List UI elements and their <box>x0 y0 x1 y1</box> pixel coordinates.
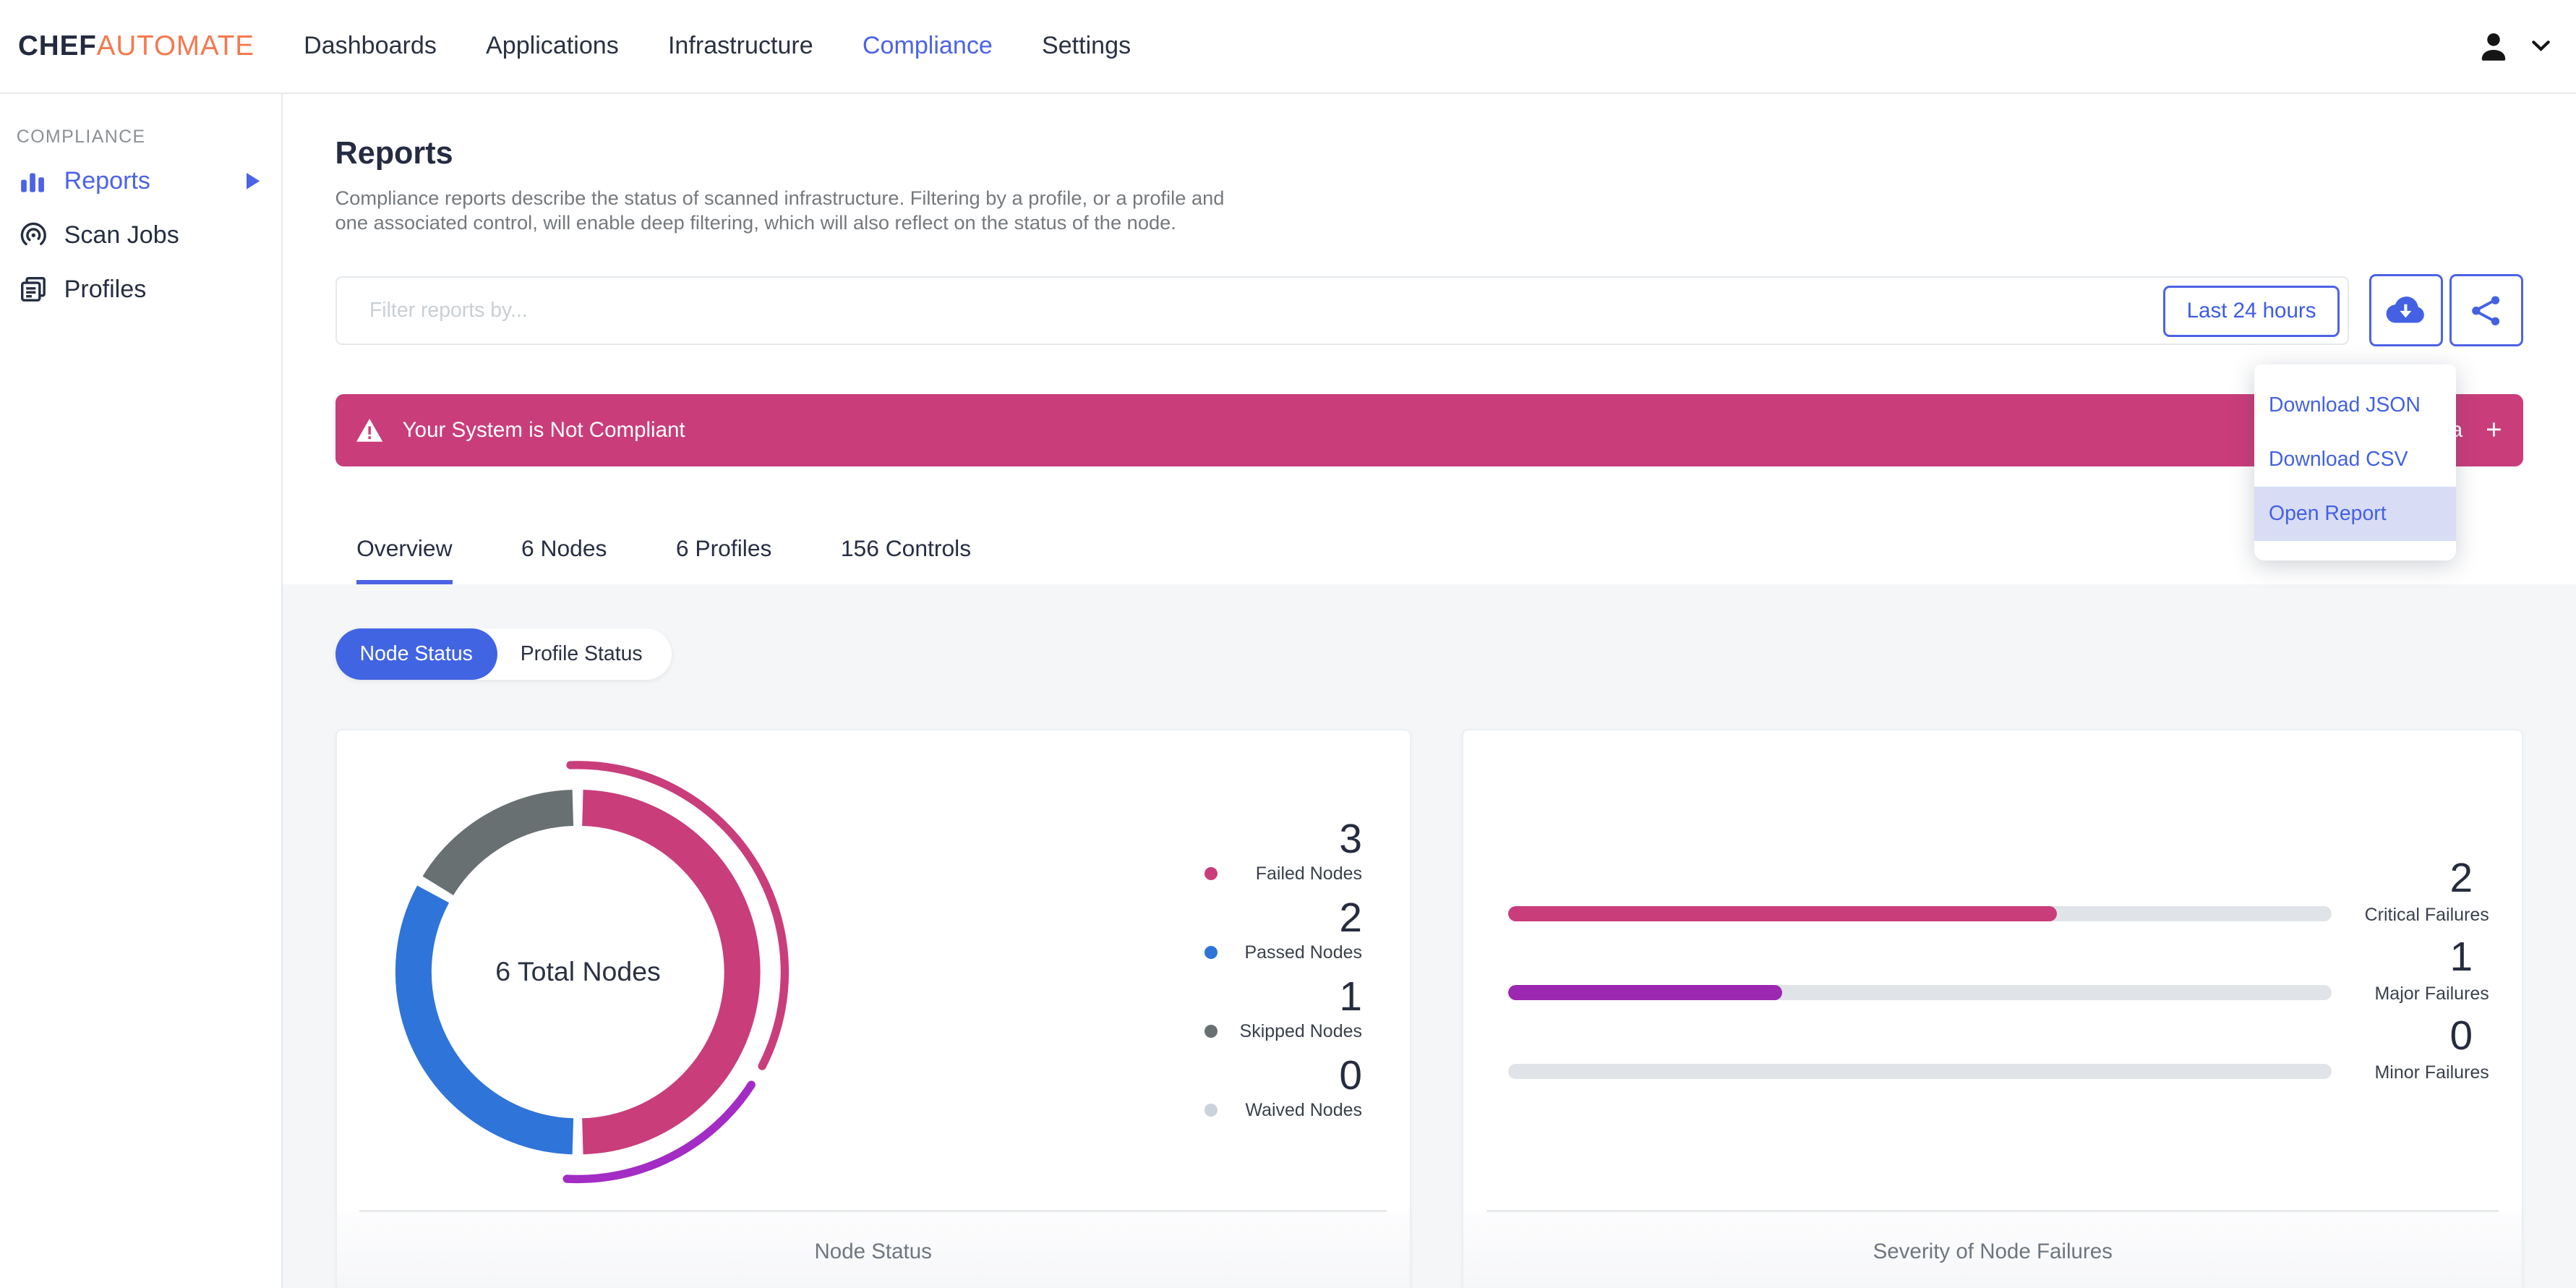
sidebar-item-profiles[interactable]: Profiles <box>0 263 281 317</box>
major-failures-label: Major Failures <box>2374 983 2489 1004</box>
filter-bar: Last 24 hours <box>335 276 2350 346</box>
bar-chart-icon <box>20 170 48 193</box>
toggle-profile-status[interactable]: Profile Status <box>497 642 672 666</box>
documents-icon <box>20 276 48 302</box>
nav-infrastructure[interactable]: Infrastructure <box>668 32 813 60</box>
sidebar-item-label: Reports <box>64 167 150 195</box>
waived-nodes-count: 0 <box>1339 1052 1362 1099</box>
skipped-nodes-label: Skipped Nodes <box>1239 1021 1362 1042</box>
critical-failures-label: Critical Failures <box>2364 904 2489 925</box>
critical-failures-count: 2 <box>2449 856 2473 902</box>
reports-header-section: Reports Compliance reports describe the … <box>282 93 2576 585</box>
major-failures-count: 1 <box>2449 934 2473 981</box>
legend-row-failed: 3 Failed Nodes <box>1204 819 1362 898</box>
passed-nodes-count: 2 <box>1339 895 1362 941</box>
sidebar-item-label: Scan Jobs <box>64 221 179 249</box>
main-nav: Dashboards Applications Infrastructure C… <box>304 32 1131 60</box>
plus-icon[interactable]: + <box>2486 414 2502 446</box>
triangle-right-icon[interactable] <box>247 173 260 189</box>
legend-row-waived: 0 Waived Nodes <box>1204 1052 1362 1135</box>
page-description: Compliance reports describe the status o… <box>335 186 2524 235</box>
report-tabs: Overview 6 Nodes 6 Profiles 156 Controls <box>335 537 2524 585</box>
severity-row-critical: 2 Critical Failures <box>1507 856 2489 937</box>
failed-nodes-label: Failed Nodes <box>1255 863 1362 884</box>
radar-icon <box>20 221 48 250</box>
download-dropdown-menu: Download JSON Download CSV Open Report <box>2254 364 2457 560</box>
skipped-dot-icon <box>1204 1024 1218 1038</box>
tab-nodes[interactable]: 6 Nodes <box>521 537 607 584</box>
compliance-status-banner: Your System is Not Compliant ta + <box>335 394 2524 467</box>
major-failures-track <box>1507 985 2332 1000</box>
page-description-line1: Compliance reports describe the status o… <box>335 186 1225 209</box>
person-icon <box>2476 28 2512 64</box>
sidebar-item-scan-jobs[interactable]: Scan Jobs <box>0 208 281 263</box>
main-content: Reports Compliance reports describe the … <box>282 93 2576 1288</box>
tab-controls[interactable]: 156 Controls <box>841 537 971 584</box>
node-status-card: 6 Total Nodes 3 Failed Nodes 2 Passed No… <box>335 728 1411 1288</box>
logo-chef: CHEF <box>17 30 97 61</box>
sidebar: COMPLIANCE Reports Scan Jobs Profiles <box>0 93 283 1288</box>
legend-row-skipped: 1 Skipped Nodes <box>1204 973 1362 1056</box>
waived-nodes-label: Waived Nodes <box>1245 1100 1362 1121</box>
page-title: Reports <box>335 135 453 171</box>
severity-bars: 2 Critical Failures 1 Major Failures 0 M… <box>1507 856 2489 1095</box>
filter-reports-input[interactable] <box>369 298 2151 323</box>
node-status-caption: Node Status <box>814 1240 932 1264</box>
major-failures-bar <box>1507 985 1783 1000</box>
nav-dashboards[interactable]: Dashboards <box>304 32 437 60</box>
menu-item-open-report[interactable]: Open Report <box>2254 486 2457 541</box>
menu-item-download-json[interactable]: Download JSON <box>2254 378 2456 432</box>
sidebar-item-label: Profiles <box>64 275 147 303</box>
minor-failures-track <box>1507 1064 2332 1079</box>
toggle-node-status[interactable]: Node Status <box>335 628 497 680</box>
chevron-down-icon <box>2531 40 2550 52</box>
banner-message: Your System is Not Compliant <box>402 418 685 443</box>
report-actions <box>2369 274 2524 347</box>
logo-automate: AUTOMATE <box>96 30 254 61</box>
time-range-button[interactable]: Last 24 hours <box>2163 286 2340 337</box>
user-menu[interactable] <box>2476 28 2550 64</box>
share-icon <box>2470 294 2502 327</box>
tab-profiles[interactable]: 6 Profiles <box>676 537 772 584</box>
critical-failures-track <box>1507 906 2332 921</box>
donut-center-label: 6 Total Nodes <box>495 956 661 987</box>
warning-triangle-icon <box>356 419 383 443</box>
passed-nodes-label: Passed Nodes <box>1244 942 1362 963</box>
node-status-legend: 3 Failed Nodes 2 Passed Nodes 1 Skipped … <box>1204 819 1362 1135</box>
severity-caption: Severity of Node Failures <box>1873 1240 2113 1264</box>
card-footer: Severity of Node Failures <box>1463 1211 2522 1288</box>
nav-settings[interactable]: Settings <box>1042 32 1131 60</box>
overview-cards: 6 Total Nodes 3 Failed Nodes 2 Passed No… <box>335 728 2524 1288</box>
top-nav: CHEF AUTOMATE Dashboards Applications In… <box>0 0 2576 94</box>
card-footer: Node Status <box>336 1211 1410 1288</box>
minor-failures-label: Minor Failures <box>2374 1062 2489 1083</box>
node-status-donut: 6 Total Nodes <box>348 742 808 1202</box>
severity-row-major: 1 Major Failures <box>1507 934 2489 1016</box>
nav-compliance[interactable]: Compliance <box>863 32 993 60</box>
nav-applications[interactable]: Applications <box>486 32 619 60</box>
skipped-nodes-count: 1 <box>1339 973 1362 1020</box>
chef-automate-logo[interactable]: CHEF AUTOMATE <box>18 30 254 62</box>
severity-card: 2 Critical Failures 1 Major Failures 0 M… <box>1462 728 2524 1288</box>
passed-dot-icon <box>1204 945 1218 959</box>
page-description-line2: one associated control, will enable deep… <box>335 210 1176 234</box>
cloud-download-icon <box>2385 295 2426 326</box>
failed-dot-icon <box>1204 866 1218 880</box>
minor-failures-count: 0 <box>2449 1013 2473 1059</box>
download-report-button[interactable] <box>2369 274 2443 347</box>
filter-row: Last 24 hours <box>335 274 2524 347</box>
tab-overview[interactable]: Overview <box>356 537 453 585</box>
failed-nodes-count: 3 <box>1339 816 1362 862</box>
severity-row-minor: 0 Minor Failures <box>1507 1013 2489 1095</box>
menu-item-download-csv[interactable]: Download CSV <box>2254 432 2456 487</box>
status-toggle: Node Status Profile Status <box>335 628 672 680</box>
waived-dot-icon <box>1204 1103 1218 1117</box>
critical-failures-bar <box>1507 906 2057 921</box>
share-report-button[interactable] <box>2449 274 2524 347</box>
sidebar-item-reports[interactable]: Reports <box>0 154 281 208</box>
overview-section: Node Status Profile Status 6 Total Nodes… <box>282 584 2576 1288</box>
sidebar-section-label: COMPLIANCE <box>16 126 146 147</box>
legend-row-passed: 2 Passed Nodes <box>1204 895 1362 977</box>
